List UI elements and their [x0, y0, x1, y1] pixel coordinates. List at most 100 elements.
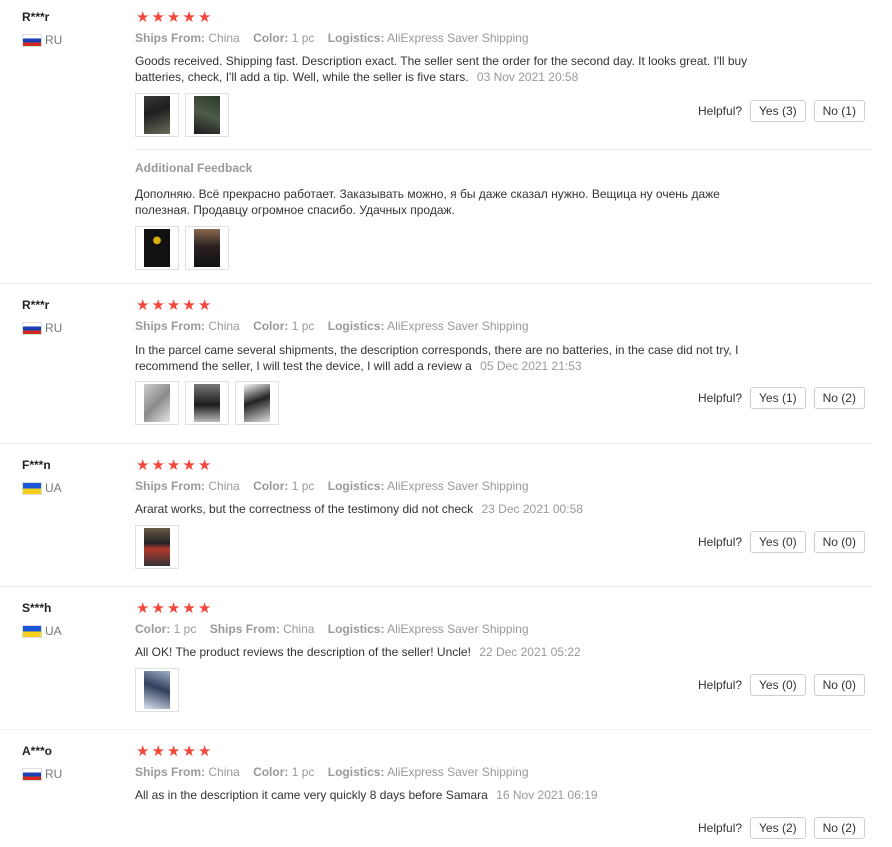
color-value: 1 pc: [173, 622, 197, 636]
device-photo: [244, 384, 270, 422]
logistics-label: Logistics:: [327, 479, 385, 493]
review-body: All OK! The product reviews the descript…: [135, 645, 471, 659]
device-photo: [194, 229, 220, 267]
review-date: 05 Dec 2021 21:53: [480, 359, 582, 373]
order-info: Ships From: China Color: 1 pc Logistics:…: [135, 765, 539, 779]
country-code: RU: [45, 33, 63, 47]
helpful-no-button[interactable]: No (0): [813, 674, 865, 696]
star-icon: ★: [166, 9, 181, 26]
device-photo: [194, 384, 220, 422]
country-code: RU: [45, 321, 63, 335]
star-icon: ★: [151, 600, 165, 617]
device-photo: [144, 229, 170, 267]
review-date: 23 Dec 2021 00:58: [481, 502, 583, 516]
ships-from-value: China: [208, 479, 240, 493]
additional-feedback-photos: [135, 226, 229, 270]
logistics-label: Logistics:: [327, 765, 385, 779]
star-icon: ★: [136, 297, 150, 314]
star-icon: ★: [197, 743, 212, 760]
star-icon: ★: [151, 9, 165, 26]
star-icon: ★: [182, 9, 196, 26]
review-photo-thumbnail[interactable]: [135, 226, 179, 270]
star-rating: ★ ★ ★ ★ ★: [136, 601, 211, 616]
reviewer-name: S***h: [22, 601, 52, 615]
review-body: All as in the description it came very q…: [135, 788, 488, 802]
review-photos: [135, 93, 229, 137]
logistics-label: Logistics:: [327, 622, 385, 636]
review-body: Ararat works, but the correctness of the…: [135, 502, 474, 516]
star-icon: ★: [182, 743, 196, 760]
review-text: In the parcel came several shipments, th…: [135, 342, 775, 374]
review-text: All OK! The product reviews the descript…: [135, 644, 775, 660]
helpful-yes-button[interactable]: Yes (0): [750, 674, 806, 696]
color-label: Color:: [253, 765, 289, 779]
star-icon: ★: [151, 457, 165, 474]
review-body: Goods received. Shipping fast. Descripti…: [135, 54, 748, 84]
review-photo-thumbnail[interactable]: [135, 381, 179, 425]
helpful-yes-button[interactable]: Yes (3): [750, 100, 806, 122]
review-photo-thumbnail[interactable]: [135, 525, 179, 569]
helpful-no-button[interactable]: No (1): [813, 100, 865, 122]
logistics-value: AliExpress Saver Shipping: [387, 765, 529, 779]
review-photo-thumbnail[interactable]: [185, 381, 229, 425]
additional-feedback-text: Дополняю. Всё прекрасно работает. Заказы…: [135, 187, 720, 217]
reviewer-name: A***o: [22, 744, 53, 758]
order-info: Ships From: China Color: 1 pc Logistics:…: [135, 479, 539, 493]
helpful-label: Helpful?: [698, 821, 743, 835]
review-photo-thumbnail[interactable]: [135, 93, 179, 137]
device-photo: [144, 671, 170, 709]
device-photo: [144, 384, 170, 422]
review-date: 03 Nov 2021 20:58: [476, 70, 579, 84]
helpful-yes-button[interactable]: Yes (1): [750, 387, 806, 409]
review-photo-thumbnail[interactable]: [185, 93, 229, 137]
country-code: UA: [45, 481, 62, 495]
helpful-no-button[interactable]: No (0): [813, 531, 865, 553]
review-photo-thumbnail[interactable]: [135, 668, 179, 712]
helpful-no-button[interactable]: No (2): [813, 817, 865, 839]
star-icon: ★: [166, 600, 181, 617]
color-value: 1 pc: [291, 31, 315, 45]
color-label: Color:: [253, 479, 289, 493]
additional-feedback-title: Additional Feedback: [135, 161, 253, 175]
star-icon: ★: [136, 457, 150, 474]
star-rating: ★ ★ ★ ★ ★: [136, 458, 211, 473]
helpful-label: Helpful?: [698, 535, 743, 549]
star-rating: ★ ★ ★ ★ ★: [136, 10, 211, 25]
helpful-label: Helpful?: [698, 104, 743, 118]
order-info: Ships From: China Color: 1 pc Logistics:…: [135, 31, 539, 45]
ships-from-value: China: [208, 765, 240, 779]
review-date: 16 Nov 2021 06:19: [496, 788, 598, 802]
review-divider: [0, 283, 872, 284]
helpful-label: Helpful?: [698, 391, 743, 405]
color-label: Color:: [253, 319, 289, 333]
color-label: Color:: [135, 622, 171, 636]
russia-flag-icon: [22, 321, 42, 335]
review-photo-thumbnail[interactable]: [235, 381, 279, 425]
color-value: 1 pc: [291, 319, 315, 333]
reviewer-country: RU: [22, 33, 62, 47]
ships-from-label: Ships From:: [135, 31, 206, 45]
reviewer-country: RU: [22, 767, 62, 781]
helpful-yes-button[interactable]: Yes (0): [750, 531, 806, 553]
helpful-vote: Helpful? Yes (0) No (0): [698, 531, 865, 553]
review-photo-thumbnail[interactable]: [185, 226, 229, 270]
review-photos: [135, 525, 179, 569]
russia-flag-icon: [22, 33, 42, 47]
star-icon: ★: [166, 457, 181, 474]
device-photo: [194, 96, 220, 134]
reviewer-name: R***r: [22, 298, 50, 312]
device-photo: [144, 528, 170, 566]
helpful-no-button[interactable]: No (2): [813, 387, 865, 409]
country-code: RU: [45, 767, 63, 781]
ukraine-flag-icon: [22, 481, 42, 495]
color-label: Color:: [253, 31, 289, 45]
ships-from-value: China: [208, 31, 240, 45]
logistics-label: Logistics:: [327, 31, 385, 45]
ships-from-value: China: [208, 319, 240, 333]
reviewer-country: RU: [22, 321, 62, 335]
star-icon: ★: [197, 600, 212, 617]
helpful-yes-button[interactable]: Yes (2): [750, 817, 806, 839]
star-rating: ★ ★ ★ ★ ★: [136, 298, 211, 313]
review-text: All as in the description it came very q…: [135, 787, 775, 803]
star-icon: ★: [197, 297, 212, 314]
